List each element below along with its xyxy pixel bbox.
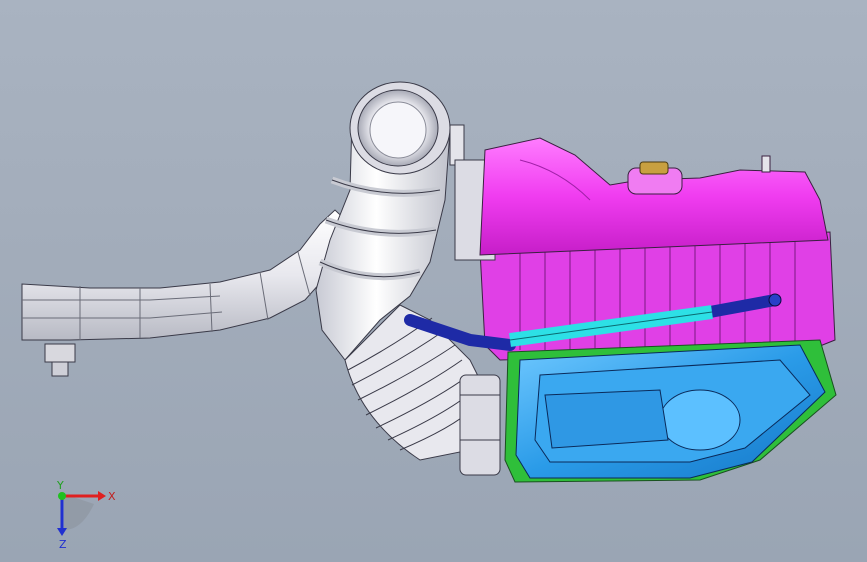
x-axis-label: X xyxy=(108,490,116,503)
y-axis-label: Y xyxy=(56,480,64,492)
z-axis-head xyxy=(57,528,67,536)
y-axis-dot xyxy=(58,492,66,500)
cad-viewport[interactable]: X Y Z xyxy=(0,0,867,562)
air-intake-duct[interactable] xyxy=(21,209,353,377)
x-axis-head xyxy=(98,491,106,501)
airbox-cover[interactable] xyxy=(479,137,829,256)
coordinate-triad: X Y Z xyxy=(56,480,116,550)
resonator-tray[interactable] xyxy=(515,344,826,479)
z-axis-label: Z xyxy=(59,538,67,550)
cad-model[interactable] xyxy=(0,0,867,562)
